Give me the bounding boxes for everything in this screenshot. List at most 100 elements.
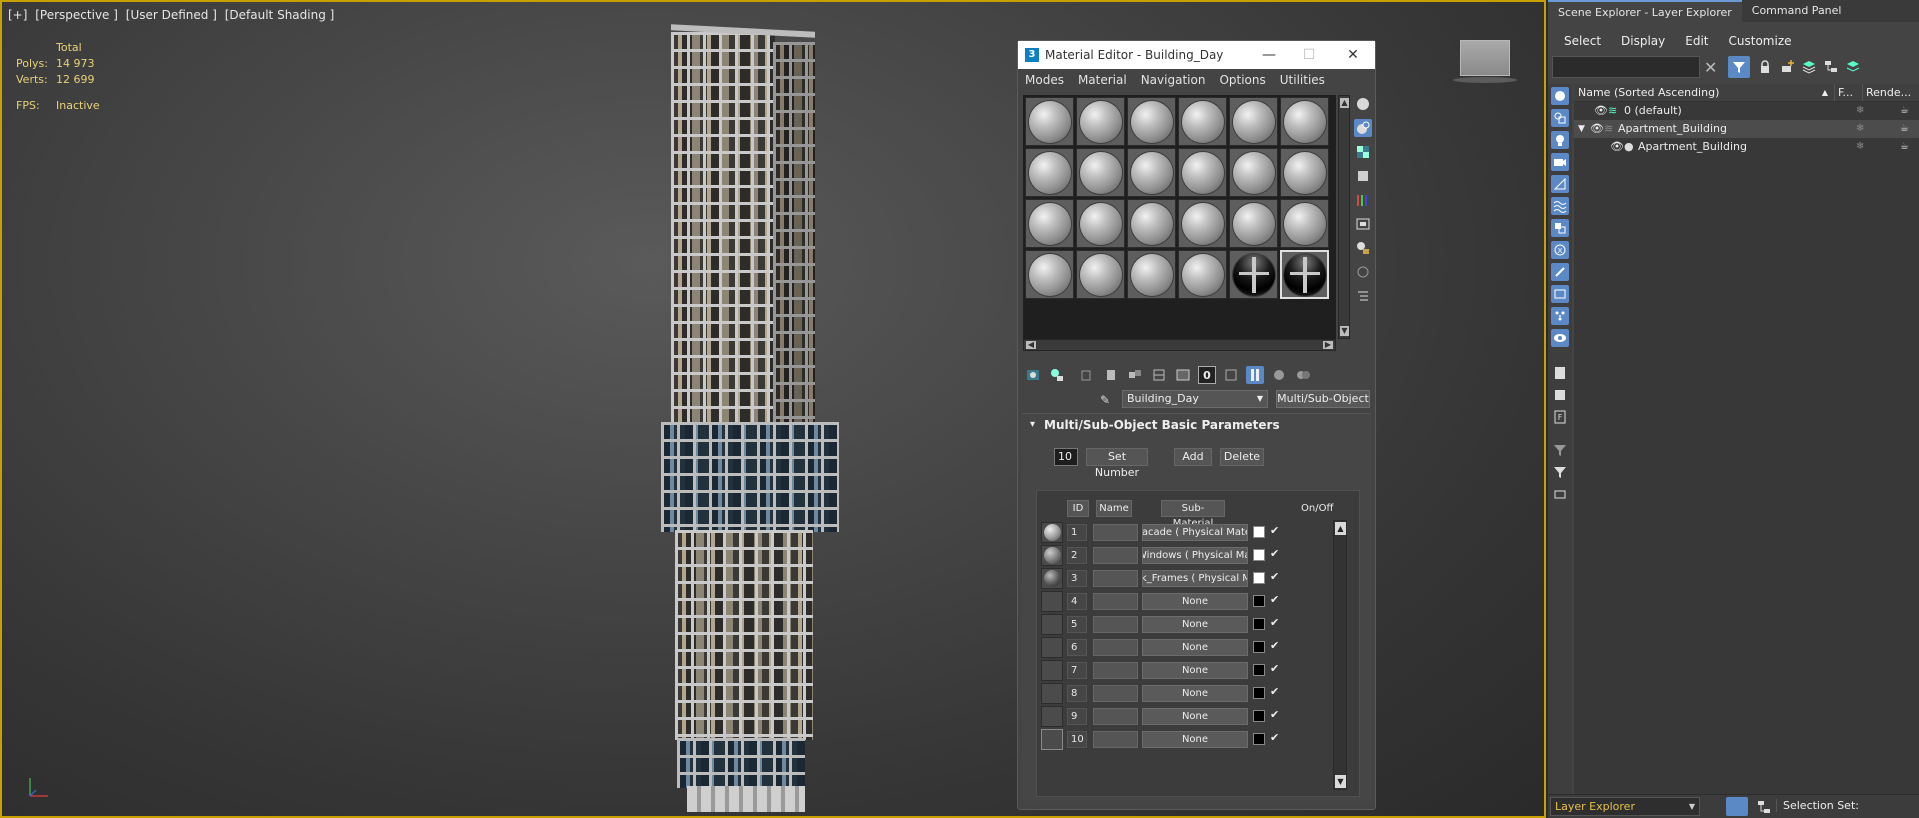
material-map-navigator-icon[interactable] <box>1354 287 1372 305</box>
material-editor-window[interactable]: 3 Material Editor - Building_Day — ☐ ✕ M… <box>1017 40 1376 810</box>
sample-slot[interactable] <box>1127 148 1176 197</box>
column-id-header[interactable]: ID <box>1067 500 1089 517</box>
make-preview-icon[interactable] <box>1354 215 1372 233</box>
sub-material-on-checkbox[interactable]: ✔ <box>1270 708 1282 722</box>
sample-slot[interactable] <box>1025 97 1074 146</box>
sample-slot[interactable] <box>1025 199 1074 248</box>
backlight-icon[interactable] <box>1354 119 1372 137</box>
show-end-result-icon[interactable] <box>1246 366 1264 384</box>
number-of-materials-input[interactable]: 10 <box>1054 448 1078 466</box>
sub-material-name-field[interactable] <box>1093 731 1138 748</box>
sample-slot[interactable] <box>1229 199 1278 248</box>
menu-customize[interactable]: Customize <box>1719 30 1802 52</box>
menu-options[interactable]: Options <box>1212 73 1272 87</box>
put-to-library-icon[interactable] <box>1174 366 1192 384</box>
sub-material-name-field[interactable] <box>1093 547 1138 564</box>
display-helpers-icon[interactable] <box>1551 175 1569 193</box>
sample-slot[interactable] <box>1280 97 1329 146</box>
material-id-channel-icon[interactable]: 0 <box>1198 366 1216 384</box>
sample-slot[interactable] <box>1229 97 1278 146</box>
sub-material-on-checkbox[interactable]: ✔ <box>1270 616 1282 630</box>
display-xrefs-icon[interactable]: X <box>1551 241 1569 259</box>
display-space-warps-icon[interactable] <box>1551 197 1569 215</box>
building-model[interactable] <box>661 22 885 812</box>
menu-edit[interactable]: Edit <box>1675 30 1718 52</box>
sample-type-sphere-icon[interactable] <box>1354 95 1372 113</box>
viewport-user-defined-label[interactable]: [User Defined ] <box>126 8 217 22</box>
sub-material-swatch[interactable] <box>1041 614 1063 635</box>
sub-material-color-swatch[interactable] <box>1253 595 1265 607</box>
quick-filter-icon[interactable] <box>1551 463 1569 481</box>
sub-material-id[interactable]: 9 <box>1067 708 1087 725</box>
viewcube-icon[interactable] <box>1453 40 1517 83</box>
sample-slot[interactable] <box>1178 148 1227 197</box>
sub-material-id[interactable]: 4 <box>1067 593 1087 610</box>
column-frozen[interactable]: F... <box>1834 84 1862 101</box>
sub-material-color-swatch[interactable] <box>1253 687 1265 699</box>
sample-slot[interactable] <box>1178 199 1227 248</box>
clear-search-icon[interactable]: ✕ <box>1704 58 1717 77</box>
viewport-pov-label[interactable]: [Perspective ] <box>35 8 118 22</box>
sub-material-on-checkbox[interactable]: ✔ <box>1270 524 1282 538</box>
sample-slot-active[interactable] <box>1280 250 1329 299</box>
video-color-check-icon[interactable] <box>1354 191 1372 209</box>
display-all-icon[interactable] <box>1551 364 1569 382</box>
sample-slot[interactable] <box>1178 250 1227 299</box>
sample-slot[interactable] <box>1178 97 1227 146</box>
sub-material-id[interactable]: 10 <box>1067 731 1087 748</box>
sub-material-button[interactable]: Facade ( Physical Material ) <box>1142 524 1248 541</box>
show-shaded-material-icon[interactable] <box>1222 366 1240 384</box>
sub-material-on-checkbox[interactable]: ✔ <box>1270 570 1282 584</box>
display-shapes-icon[interactable] <box>1551 109 1569 127</box>
sub-material-swatch[interactable] <box>1041 522 1063 543</box>
sample-slot[interactable] <box>1076 97 1125 146</box>
maximize-icon[interactable]: ☐ <box>1301 47 1317 63</box>
sub-material-id[interactable]: 2 <box>1067 547 1087 564</box>
eye-icon[interactable]: 👁 <box>1590 120 1604 138</box>
sub-material-color-swatch[interactable] <box>1253 641 1265 653</box>
sample-slot[interactable] <box>1076 148 1125 197</box>
sample-slot[interactable] <box>1229 148 1278 197</box>
sub-material-color-swatch[interactable] <box>1253 572 1265 584</box>
menu-display[interactable]: Display <box>1611 30 1675 52</box>
tree-row-apartment-object[interactable]: 👁 ● Apartment_Building ❄ ☕ <box>1574 138 1919 156</box>
viewport-label[interactable]: [+] [Perspective ] [User Defined ] [Defa… <box>8 8 338 22</box>
display-containers-icon[interactable] <box>1551 285 1569 303</box>
display-bones-icon[interactable] <box>1551 263 1569 281</box>
teapot-icon[interactable]: ☕ <box>1900 138 1909 156</box>
sub-material-color-swatch[interactable] <box>1253 618 1265 630</box>
sample-slot[interactable] <box>1280 148 1329 197</box>
sub-material-swatch[interactable] <box>1041 637 1063 658</box>
scroll-left-icon[interactable]: ◀ <box>1026 341 1036 349</box>
sub-material-name-field[interactable] <box>1093 616 1138 633</box>
scroll-down-icon[interactable]: ▼ <box>1340 326 1349 336</box>
sample-slot[interactable] <box>1280 199 1329 248</box>
eye-icon[interactable]: 👁 <box>1594 102 1608 120</box>
layer-manager-icon[interactable] <box>1842 56 1864 78</box>
rollout-header[interactable]: Multi/Sub-Object Basic Parameters <box>1022 414 1371 436</box>
eyedropper-icon[interactable]: ✎ <box>1100 393 1110 407</box>
teapot-icon[interactable]: ☕ <box>1900 102 1909 120</box>
make-unique-icon[interactable] <box>1150 366 1168 384</box>
minimize-icon[interactable]: — <box>1261 47 1277 63</box>
get-material-icon[interactable] <box>1024 366 1042 384</box>
expand-chevron-icon[interactable]: ▼ <box>1578 120 1585 138</box>
sub-material-color-swatch[interactable] <box>1253 526 1265 538</box>
sub-material-swatch[interactable] <box>1041 568 1063 589</box>
sub-material-button[interactable]: None <box>1142 685 1248 702</box>
snowflake-icon[interactable]: ❄ <box>1856 120 1864 138</box>
display-particles-icon[interactable] <box>1551 307 1569 325</box>
go-forward-to-sibling-icon[interactable] <box>1294 366 1312 384</box>
explorer-type-dropdown[interactable]: Layer Explorer ▼ <box>1550 797 1700 816</box>
sample-uv-tiling-icon[interactable] <box>1354 167 1372 185</box>
sub-material-name-field[interactable] <box>1093 593 1138 610</box>
viewport-shading-label[interactable]: [Default Shading ] <box>225 8 335 22</box>
sub-material-on-checkbox[interactable]: ✔ <box>1270 547 1282 561</box>
add-button[interactable]: Add <box>1174 448 1212 466</box>
sub-material-button[interactable]: None <box>1142 708 1248 725</box>
display-children-icon[interactable] <box>1551 485 1569 503</box>
sub-material-on-checkbox[interactable]: ✔ <box>1270 593 1282 607</box>
scroll-down-icon[interactable]: ▼ <box>1335 775 1346 788</box>
hierarchy-icon[interactable] <box>1820 56 1842 78</box>
lock-icon[interactable] <box>1754 56 1776 78</box>
